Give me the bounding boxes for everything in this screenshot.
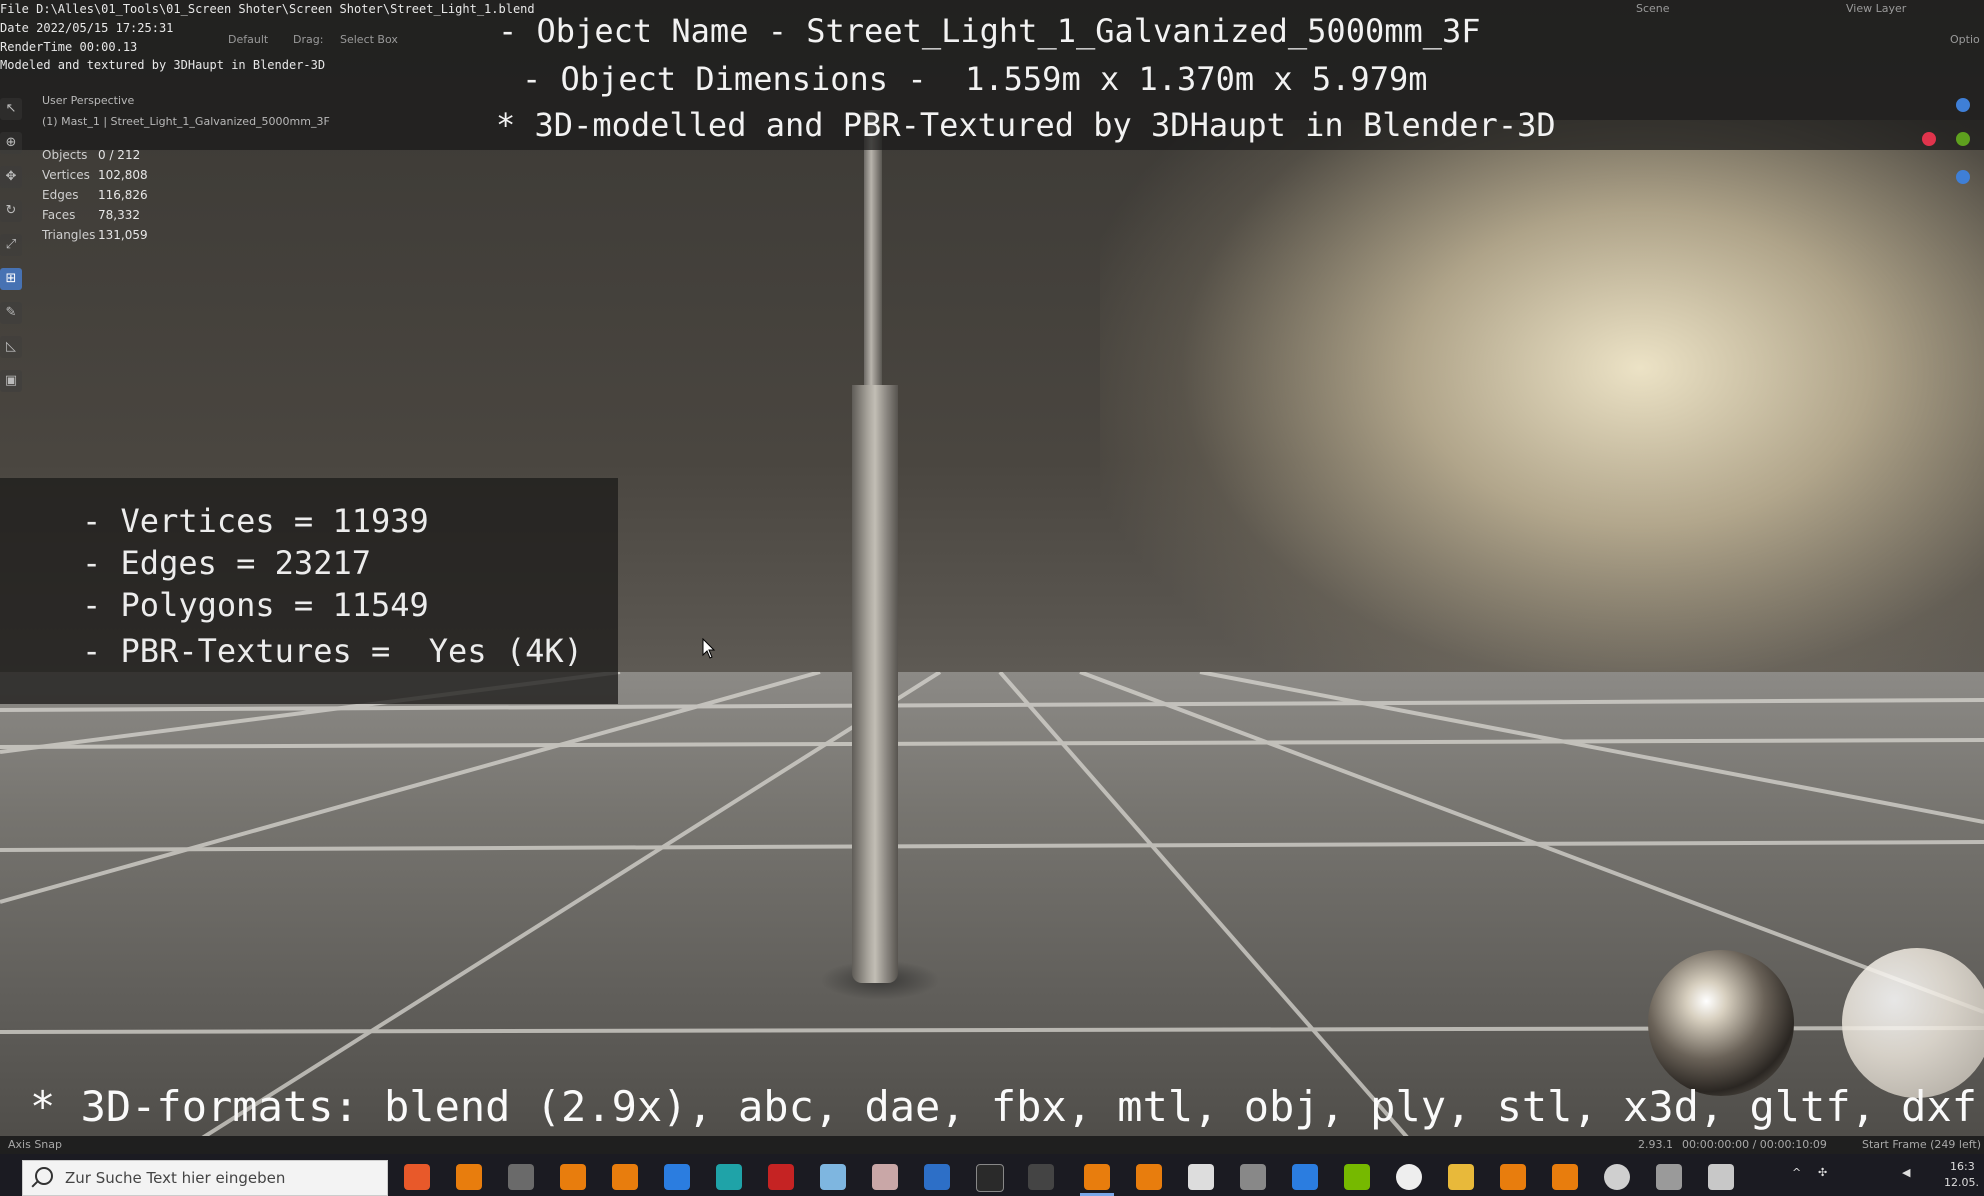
file-path-text: File D:\Alles\01_Tools\01_Screen Shoter\… (0, 2, 535, 16)
tweak-tool-icon[interactable]: ↖ (0, 98, 22, 120)
network-app-icon[interactable] (1656, 1164, 1682, 1190)
gizmo-z-icon[interactable] (1956, 98, 1970, 112)
timecode-text: 00:00:00:00 / 00:00:10:09 (1682, 1138, 1827, 1151)
chrome-preview-sphere (1648, 950, 1794, 1096)
pbr-textures-text: - PBR-Textures = Yes (4K) (82, 632, 583, 670)
mesh-info-overlay: - Vertices = 11939 - Edges = 23217 - Pol… (0, 478, 618, 704)
cursor-tool-icon[interactable]: ⊕ (0, 132, 22, 154)
blender-icon-3[interactable] (612, 1164, 638, 1190)
polygons-count-text: - Polygons = 11549 (82, 586, 429, 624)
orientation-dropdown[interactable]: Default (228, 33, 268, 46)
notepad-icon[interactable] (1708, 1164, 1734, 1190)
stats-row-edges: Edges 116,826 (42, 188, 148, 202)
options-menu[interactable]: Optio (1950, 33, 1980, 46)
drag-label: Drag: (293, 33, 324, 46)
calendar-icon[interactable] (1292, 1164, 1318, 1190)
diffuse-preview-sphere (1842, 948, 1984, 1098)
app-shield-icon[interactable] (924, 1164, 950, 1190)
cube-icon[interactable] (1240, 1164, 1266, 1190)
drag-select-dropdown[interactable]: Select Box (340, 33, 398, 46)
settings-gear-icon[interactable] (1604, 1164, 1630, 1190)
street-light-pole-upper[interactable] (864, 110, 882, 390)
taskbar-search-input[interactable]: Zur Suche Text hier eingeben (22, 1160, 388, 1196)
move-tool-icon[interactable]: ✥ (0, 166, 22, 188)
windows-taskbar: Zur Suche Text hier eingeben ^ ✣ ◀ 16:3 … (0, 1154, 1984, 1196)
tray-network-icon[interactable]: ✣ (1818, 1166, 1827, 1179)
perspective-label: User Perspective (42, 94, 135, 107)
light-glow (1100, 120, 1984, 740)
tray-volume-icon[interactable]: ◀ (1902, 1166, 1910, 1179)
rotate-tool-icon[interactable]: ↻ (0, 200, 22, 222)
blender-icon-4[interactable] (1136, 1164, 1162, 1190)
date-text: Date 2022/05/15 17:25:31 (0, 21, 174, 35)
gizmo-y-icon[interactable] (1956, 132, 1970, 146)
scene-statistics: Objects 0 / 212 Vertices 102,808 Edges 116,… (42, 148, 148, 248)
blender-icon-6[interactable] (1552, 1164, 1578, 1190)
blender-icon-active[interactable] (1084, 1164, 1110, 1190)
app-red-icon[interactable] (768, 1164, 794, 1190)
terminal-icon[interactable] (976, 1164, 1004, 1192)
collection-label: (1) Mast_1 | Street_Light_1_Galvanized_5… (42, 115, 330, 128)
formats-caption: * 3D-formats: blend (2.9x), abc, dae, fb… (30, 1082, 1978, 1131)
app-blue-icon[interactable] (820, 1164, 846, 1190)
edges-count-text: - Edges = 23217 (82, 544, 371, 582)
tray-chevron-icon[interactable]: ^ (1792, 1166, 1801, 1179)
nvidia-icon[interactable] (1344, 1164, 1370, 1190)
panda-icon[interactable] (1188, 1164, 1214, 1190)
blender-icon-5[interactable] (1500, 1164, 1526, 1190)
mail-icon[interactable] (664, 1164, 690, 1190)
version-text: 2.93.1 (1638, 1138, 1673, 1151)
transform-tool-icon[interactable]: ⊞ (0, 268, 22, 290)
stats-row-faces: Faces 78,332 (42, 208, 140, 222)
object-name-text: - Object Name - Street_Light_1_Galvanize… (498, 12, 1481, 50)
measure-tool-icon[interactable]: ◺ (0, 336, 22, 358)
stats-row-triangles: Triangles 131,059 (42, 228, 148, 242)
folder-icon[interactable] (1448, 1164, 1474, 1190)
modeled-by-text: Modeled and textured by 3DHaupt in Blend… (0, 58, 326, 72)
annotate-tool-icon[interactable]: ✎ (0, 302, 22, 324)
scene-selector[interactable]: Scene (1636, 2, 1670, 15)
clock-date[interactable]: 12.05. (1944, 1176, 1979, 1189)
stats-row-vertices: Vertices 102,808 (42, 168, 148, 182)
game-icon[interactable] (1028, 1164, 1054, 1190)
credit-text: * 3D-modelled and PBR-Textured by 3DHaup… (496, 106, 1556, 144)
view-layer-selector[interactable]: View Layer (1846, 2, 1906, 15)
blender-icon-2[interactable] (560, 1164, 586, 1190)
search-placeholder: Zur Suche Text hier eingeben (65, 1169, 286, 1187)
stats-row-objects: Objects 0 / 212 (42, 148, 141, 162)
tool-shelf: ↖ ⊕ ✥ ↻ ⤢ ⊞ ✎ ◺ ▣ (0, 98, 24, 470)
firefox-icon[interactable] (404, 1164, 430, 1190)
vertices-count-text: - Vertices = 11939 (82, 502, 429, 540)
object-dimensions-text: - Object Dimensions - 1.559m x 1.370m x … (522, 60, 1428, 98)
mouse-cursor-icon (702, 638, 716, 659)
add-cube-tool-icon[interactable]: ▣ (0, 370, 22, 392)
gizmo-x-icon[interactable] (1922, 132, 1936, 146)
status-left-text: Axis Snap (8, 1138, 62, 1151)
paint-icon[interactable] (872, 1164, 898, 1190)
scale-tool-icon[interactable]: ⤢ (0, 234, 22, 256)
blender-icon[interactable] (456, 1164, 482, 1190)
rendertime-text: RenderTime 00:00.13 (0, 40, 138, 54)
obs-icon[interactable] (508, 1164, 534, 1190)
status-bar: Axis Snap 2.93.1 00:00:00:00 / 00:00:10:… (0, 1136, 1984, 1154)
search-icon (35, 1167, 53, 1185)
street-light-pole-lower[interactable] (852, 385, 898, 983)
edge-icon[interactable] (716, 1164, 742, 1190)
clock-time[interactable]: 16:3 (1950, 1160, 1975, 1173)
start-frame-text: Start Frame (249 left) (1862, 1138, 1982, 1151)
gizmo-neg-z-icon[interactable] (1956, 170, 1970, 184)
clock-app-icon[interactable] (1396, 1164, 1422, 1190)
